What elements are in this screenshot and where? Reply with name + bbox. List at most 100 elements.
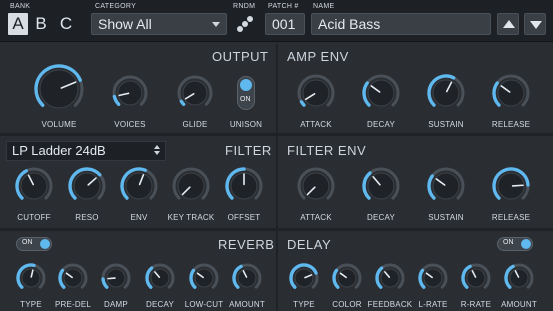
amp-env-decay-knob[interactable]	[362, 74, 400, 112]
delay-toggle-knob	[521, 239, 531, 249]
filter-offset-knob[interactable]	[225, 167, 263, 205]
patch-label: PATCH #	[268, 3, 299, 10]
knob-label: RELEASE	[491, 213, 531, 222]
knob-value-arc	[299, 100, 306, 107]
filter-title: FILTER	[225, 143, 272, 158]
knob-label: ATTACK	[300, 213, 332, 222]
filter-env-decay-knob[interactable]	[362, 167, 400, 205]
unison-switch-knob	[240, 79, 252, 91]
unison-label: UNISON	[229, 120, 263, 129]
reverb-amount-knob[interactable]	[232, 263, 262, 293]
knob-value-arc	[112, 94, 121, 107]
knob-label: OFFSET	[227, 213, 261, 222]
reverb-damp-knob[interactable]	[101, 263, 131, 293]
dice-icon	[237, 16, 253, 32]
filter-env-title: FILTER ENV	[287, 143, 367, 158]
filter-env-release-knob[interactable]	[492, 167, 530, 205]
knob-label: ENV	[130, 213, 148, 222]
knob-value-arc	[179, 99, 186, 107]
output-glide-knob[interactable]	[177, 75, 213, 111]
reverb-toggle[interactable]: ON	[16, 237, 52, 251]
knob-label: KEY TRACK	[167, 213, 215, 222]
filterenv-delay-divider	[278, 228, 553, 231]
delay-l-rate-knob[interactable]	[418, 263, 448, 293]
filter-env-sustain-knob[interactable]	[427, 167, 465, 205]
reverb-low-cut-knob[interactable]	[189, 263, 219, 293]
name-label: NAME	[313, 3, 335, 10]
ampenv-filterenv-divider	[278, 133, 553, 136]
bank-label: BANK	[10, 3, 31, 10]
knob-pointer	[107, 277, 116, 280]
knob-value-arc	[101, 277, 109, 289]
delay-amount-knob[interactable]	[504, 263, 534, 293]
header-bar: BANK A B C CATEGORY Show All RNDM PATCH …	[0, 0, 553, 42]
reverb-decay-knob[interactable]	[145, 263, 175, 293]
knob-value-arc	[58, 268, 66, 289]
filter-env-attack-knob[interactable]	[297, 167, 335, 205]
knob-label: CUTOFF	[17, 213, 51, 222]
up-down-icon	[154, 145, 160, 157]
output-title: OUTPUT	[212, 49, 269, 64]
delay-toggle-state: ON	[503, 239, 514, 246]
rndm-label: RNDM	[233, 3, 256, 10]
filter-reverb-divider	[0, 228, 276, 231]
knob-label: RELEASE	[491, 120, 531, 129]
reverb-type-knob[interactable]	[16, 263, 46, 293]
reverb-title: REVERB	[218, 237, 275, 252]
amp-env-attack-knob[interactable]	[297, 74, 335, 112]
knob-label: VOICES	[114, 120, 146, 129]
category-label: CATEGORY	[95, 3, 137, 10]
reverb-toggle-knob	[40, 239, 50, 249]
knob-value-arc	[332, 268, 340, 289]
unison-state: ON	[240, 96, 251, 103]
patch-up-button[interactable]	[497, 13, 519, 35]
bank-c-button[interactable]: C	[56, 13, 76, 35]
category-dropdown[interactable]: Show All	[91, 13, 227, 35]
knob-label: AMOUNT	[501, 300, 537, 309]
knob-label: ATTACK	[300, 120, 332, 129]
center-divider	[276, 44, 278, 311]
randomize-button[interactable]	[234, 13, 256, 35]
filter-env-knob[interactable]	[120, 167, 158, 205]
knob-label: DECAY	[367, 213, 395, 222]
knob-label: RESO	[75, 213, 99, 222]
knob-value-arc	[418, 268, 426, 289]
amp-env-sustain-knob[interactable]	[427, 74, 465, 112]
patch-down-button[interactable]	[524, 13, 546, 35]
arrow-up-icon	[503, 20, 515, 28]
reverb-pre-del-knob[interactable]	[58, 263, 88, 293]
filter-type-value: LP Ladder 24dB	[12, 143, 106, 158]
arrow-down-icon	[530, 21, 542, 29]
delay-toggle[interactable]: ON	[497, 237, 533, 251]
filter-type-select[interactable]: LP Ladder 24dB	[6, 141, 166, 161]
knob-pointer	[511, 184, 524, 187]
delay-title: DELAY	[287, 237, 332, 252]
knob-label: SUSTAIN	[428, 120, 464, 129]
amp-env-title: AMP ENV	[287, 49, 349, 64]
filter-reso-knob[interactable]	[68, 167, 106, 205]
filter-cutoff-knob[interactable]	[15, 167, 53, 205]
output-volume-knob[interactable]	[34, 64, 84, 114]
patch-number-field[interactable]: 001	[265, 13, 305, 35]
knob-label: DECAY	[367, 120, 395, 129]
knob-label: VOLUME	[41, 120, 77, 129]
category-value: Show All	[98, 16, 152, 32]
chevron-down-icon	[212, 22, 220, 27]
unison-switch[interactable]: ON	[237, 76, 255, 110]
delay-feedback-knob[interactable]	[375, 263, 405, 293]
delay-color-knob[interactable]	[332, 263, 362, 293]
bank-a-button[interactable]: A	[8, 13, 28, 35]
knob-label: SUSTAIN	[428, 213, 464, 222]
delay-r-rate-knob[interactable]	[461, 263, 491, 293]
output-filter-divider	[0, 133, 276, 136]
amp-env-release-knob[interactable]	[492, 74, 530, 112]
reverb-toggle-state: ON	[22, 239, 33, 246]
knob-label: AMOUNT	[229, 300, 265, 309]
bank-b-button[interactable]: B	[31, 13, 51, 35]
knob-value-arc	[189, 268, 197, 289]
knob-label: GLIDE	[182, 120, 208, 129]
output-voices-knob[interactable]	[112, 75, 148, 111]
filter-key-track-knob[interactable]	[172, 167, 210, 205]
patch-name-field[interactable]: Acid Bass	[311, 13, 491, 35]
delay-type-knob[interactable]	[289, 263, 319, 293]
